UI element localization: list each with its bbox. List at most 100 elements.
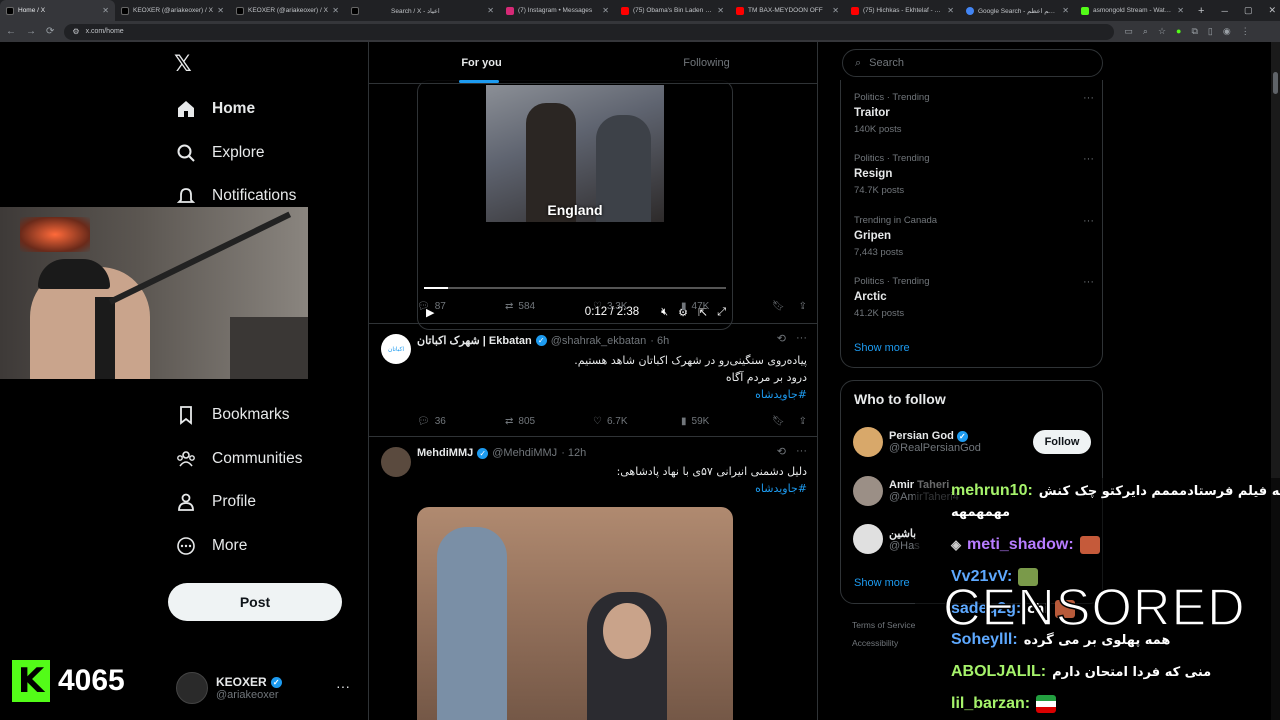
extensions-puzzle-icon[interactable]: ⧉ [1191,26,1197,37]
nav-bookmarks[interactable]: Bookmarks [176,400,290,430]
browser-tab[interactable]: Google Search - کمکم اعظم ✕ [960,0,1075,21]
install-icon[interactable]: ▭ [1124,26,1133,37]
more-dots-icon[interactable]: ··· [1083,153,1094,165]
views-button[interactable]: ▮ 59K [681,416,769,427]
repost-button[interactable]: ⇄ 584 [505,301,593,312]
browser-tab[interactable]: (7) Instagram • Messages ✕ [500,0,615,21]
timeline: For you Following England ▶ 0:12 / 2:38 … [368,42,818,720]
nav-more[interactable]: More [176,531,247,561]
browser-tab[interactable] [345,0,385,21]
close-tab-icon[interactable]: ✕ [1062,6,1069,15]
show-more-link[interactable]: Show more [854,342,910,354]
avatar[interactable] [381,447,411,477]
trend-item[interactable]: Trending in Canada Gripen 7,443 posts ··· [854,215,1094,265]
forward-icon[interactable]: → [26,26,36,37]
browser-tab[interactable]: KEOXER (@ariakeoxer) / X ✕ [115,0,230,21]
profile-icon[interactable]: ◉ [1223,26,1231,37]
views-button[interactable]: ▮ 47K [681,301,769,312]
video-thumbnail: England [486,85,664,222]
reply-button[interactable]: 💬︎ 36 [417,416,505,427]
minimize-icon[interactable]: ─ [1222,6,1228,16]
more-dots-icon[interactable]: ··· [1083,215,1094,227]
avatar[interactable]: اکباتان [381,334,411,364]
post-button[interactable]: Post [168,583,342,621]
bookmark-icon[interactable]: 🔖︎ [772,416,785,427]
x-logo-icon[interactable]: 𝕏 [174,52,192,77]
tab-for-you[interactable]: For you [369,42,594,83]
video-progress-bar[interactable] [424,287,726,289]
webcam-overlay [0,207,308,379]
more-dots-icon[interactable]: ··· [796,445,807,458]
follow-suggestion[interactable]: Persian God ✓ @RealPersianGod Follow [853,424,1093,460]
browser-tab[interactable]: (75) Hichkas - Ekhtelaf - YouT ✕ [845,0,960,21]
browser-tab[interactable]: asmongold Stream - Watch Li ✕ [1075,0,1190,21]
more-dots-icon[interactable]: ··· [1083,92,1094,104]
trend-item[interactable]: Politics · Trending Arctic 41.2K posts ··· [854,276,1094,326]
browser-tab[interactable]: (75) Obama's Bin Laden & Tru ✕ [615,0,730,21]
extension-icon[interactable]: ● [1176,26,1181,37]
close-tab-icon[interactable]: ✕ [487,6,494,15]
reply-button[interactable]: 💬︎ 87 [417,301,505,312]
close-tab-icon[interactable]: ✕ [717,6,724,15]
like-button[interactable]: ♡ 6.7K [593,416,681,427]
close-tab-icon[interactable]: ✕ [832,6,839,15]
tweet[interactable]: اکباتان شهرک اکباتان | Ekbatan ✓ @shahra… [369,323,817,436]
bookmark-star-icon[interactable]: ☆ [1158,26,1166,37]
follow-button[interactable]: Follow [1033,430,1091,454]
browser-tab-home[interactable]: Home / X ✕ [0,0,115,21]
close-tab-icon[interactable]: ✕ [217,6,224,15]
video-player[interactable]: England ▶ 0:12 / 2:38 🔇︎ ⚙ ⇱ ⤢ [417,80,733,330]
browser-tab[interactable]: Search / X - اعیاد ✕ [385,0,500,21]
maximize-icon[interactable]: ▢ [1244,5,1253,16]
close-tab-icon[interactable]: ✕ [102,6,109,15]
grok-icon[interactable]: ⟲ [777,445,786,458]
new-tab-icon[interactable]: + [1190,5,1212,17]
scrollbar-thumb[interactable] [1273,72,1278,94]
more-dots-icon[interactable]: ··· [796,332,807,345]
account-switcher[interactable]: KEOXER ✓ @ariakeoxer ··· [176,668,356,708]
nav-profile[interactable]: Profile [176,487,256,517]
share-icon[interactable]: ⇪ [799,416,807,427]
chat-message: mehrun10:اریا یه فیلم فرستادمممم دایرکتو… [951,482,1280,499]
close-tab-icon[interactable]: ✕ [332,6,339,15]
like-button[interactable]: ♡ 3.3K [593,301,681,312]
close-tab-icon[interactable]: ✕ [947,6,954,15]
show-more-link[interactable]: Show more [854,577,910,589]
nav-home[interactable]: Home [176,94,255,124]
site-info-icon[interactable]: ⚙ [72,27,79,36]
browser-tab[interactable]: KEOXER (@ariakeoxer) / X ✕ [230,0,345,21]
nav-explore[interactable]: Explore [176,138,265,168]
repost-icon: ⇄ [505,300,514,312]
grok-icon[interactable]: ⟲ [777,332,786,345]
close-tab-icon[interactable]: ✕ [1177,6,1184,15]
tweet[interactable]: MehdiMMJ ✓ @MehdiMMJ · 12h ⟲ ··· دلیل دشم… [369,436,817,720]
close-window-icon[interactable]: ✕ [1268,5,1276,16]
share-icon[interactable]: ⇪ [799,301,807,312]
zoom-icon[interactable]: ⌕ [1143,26,1148,37]
views-icon: ▮ [681,415,687,427]
search-input[interactable]: ⌕ Search [842,49,1103,77]
tab-following[interactable]: Following [594,42,817,83]
sidebar-icon[interactable]: ▯ [1208,26,1213,37]
iran-flag-emote-icon [1036,695,1057,713]
reload-icon[interactable]: ⟳ [46,26,54,37]
video-player[interactable] [417,507,733,720]
bookmark-icon[interactable]: 🔖︎ [772,301,785,312]
footer-link[interactable]: Terms of Service [852,620,915,630]
tweet-menu: ⟲ ··· [777,332,807,345]
trend-item[interactable]: Politics · Trending Traitor 140K posts ··· [854,92,1094,142]
chrome-menu-icon[interactable]: ⋮ [1241,26,1250,37]
heart-icon: ♡ [593,415,602,427]
repost-button[interactable]: ⇄ 805 [505,416,593,427]
verified-badge-icon: ✓ [535,335,547,346]
browser-tab[interactable]: TM BAX-MEYDOON OFF ✕ [730,0,845,21]
trend-item[interactable]: Politics · Trending Resign 74.7K posts ··· [854,153,1094,203]
footer-link[interactable]: Accessibility [852,638,898,648]
back-icon[interactable]: ← [6,26,16,37]
more-dots-icon[interactable]: ··· [1083,276,1094,288]
close-tab-icon[interactable]: ✕ [602,6,609,15]
address-bar[interactable]: ⚙ x.com/home [64,23,1115,40]
x-favicon-icon [236,6,244,15]
nav-communities[interactable]: Communities [176,444,302,474]
kick-viewer-count: K 4065 [12,660,125,702]
